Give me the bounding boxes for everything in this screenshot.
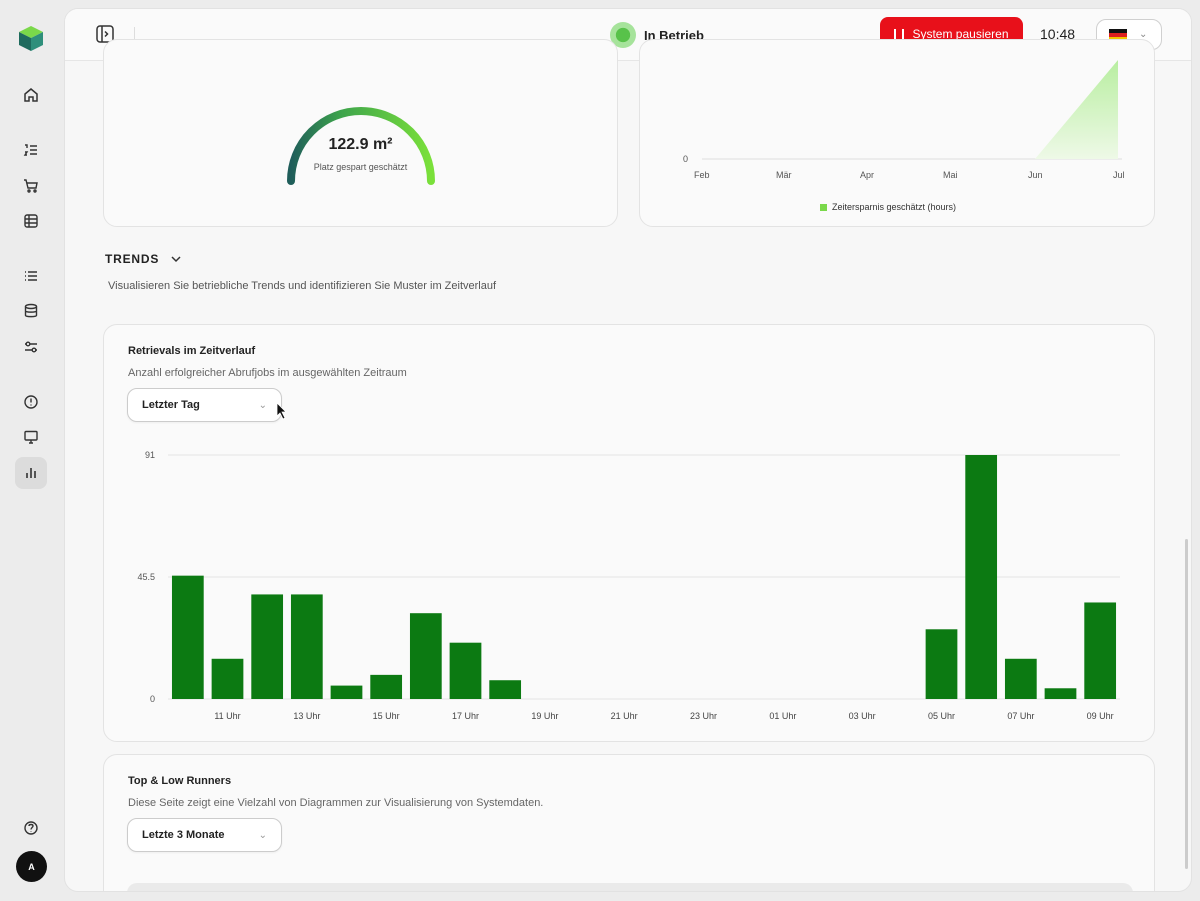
- bar[interactable]: [1084, 602, 1117, 699]
- bar[interactable]: [1044, 688, 1077, 699]
- x-tick-label: 03 Uhr: [849, 711, 876, 721]
- home-icon[interactable]: [15, 79, 47, 111]
- bar[interactable]: [211, 658, 244, 699]
- storage-icon[interactable]: [15, 205, 47, 237]
- bar[interactable]: [409, 613, 442, 699]
- savings-x-tick: Jul: [1113, 170, 1125, 180]
- numbered-list-icon[interactable]: [15, 134, 47, 166]
- bar[interactable]: [925, 629, 958, 699]
- cart-icon[interactable]: [15, 170, 47, 202]
- bar[interactable]: [965, 455, 998, 699]
- help-icon[interactable]: [15, 812, 47, 844]
- bar[interactable]: [489, 680, 522, 699]
- x-tick-label: 15 Uhr: [373, 711, 400, 721]
- app-logo-icon[interactable]: [17, 24, 45, 52]
- y-tick-label: 0: [150, 694, 155, 704]
- x-tick-label: 13 Uhr: [293, 711, 320, 721]
- savings-chart: [702, 60, 1122, 160]
- y-tick-label: 45.5: [137, 572, 155, 582]
- y-tick-label: 91: [145, 450, 155, 460]
- chevron-down-icon: [171, 255, 181, 262]
- savings-area: [1035, 60, 1118, 159]
- bar[interactable]: [370, 674, 403, 699]
- savings-x-tick: Feb: [694, 170, 710, 180]
- x-tick-label: 21 Uhr: [611, 711, 638, 721]
- x-tick-label: 17 Uhr: [452, 711, 479, 721]
- sliders-icon[interactable]: [15, 331, 47, 363]
- runners-chart-placeholder: [127, 883, 1133, 891]
- savings-x-tick: Apr: [860, 170, 875, 180]
- bar-chart-icon[interactable]: [15, 457, 47, 489]
- bar[interactable]: [251, 594, 284, 699]
- pause-icon: [894, 28, 905, 40]
- bar[interactable]: [171, 575, 204, 699]
- list-icon[interactable]: [15, 260, 47, 292]
- savings-x-tick: Mai: [943, 170, 958, 180]
- trends-section-toggle[interactable]: TRENDS: [105, 252, 181, 266]
- trends-title: TRENDS: [105, 252, 160, 266]
- monitor-icon[interactable]: [15, 421, 47, 453]
- bar[interactable]: [1004, 658, 1037, 699]
- card-subtitle: Diese Seite zeigt eine Vielzahl von Diag…: [128, 797, 544, 809]
- alert-icon[interactable]: [15, 386, 47, 418]
- retrievals-card: Retrievals im Zeitverlauf Anzahl erfolgr…: [103, 324, 1155, 742]
- sidebar: A: [0, 0, 62, 901]
- savings-x-tick: Jun: [1028, 170, 1043, 180]
- runners-range-value: Letzte 3 Monate: [142, 829, 225, 841]
- legend-label: Zeitersparnis geschätzt (hours): [832, 202, 957, 212]
- database-icon[interactable]: [15, 295, 47, 327]
- trends-description: Visualisieren Sie betriebliche Trends un…: [108, 280, 497, 292]
- x-tick-label: 01 Uhr: [769, 711, 796, 721]
- savings-y-tick: 0: [683, 154, 689, 164]
- x-tick-label: 09 Uhr: [1087, 711, 1114, 721]
- runners-card: Top & Low Runners Diese Seite zeigt eine…: [103, 754, 1155, 891]
- scrollbar[interactable]: [1185, 539, 1188, 869]
- legend-swatch: [820, 203, 827, 211]
- card-title: Top & Low Runners: [128, 775, 232, 787]
- runners-range-select[interactable]: Letzte 3 Monate ⌄: [127, 818, 282, 852]
- x-tick-label: 11 Uhr: [214, 711, 240, 721]
- chevron-down-icon: ⌄: [258, 829, 267, 841]
- savings-x-tick: Mär: [776, 170, 792, 180]
- gauge: [287, 107, 435, 185]
- x-tick-label: 23 Uhr: [690, 711, 717, 721]
- bar[interactable]: [330, 685, 363, 699]
- x-tick-label: 05 Uhr: [928, 711, 955, 721]
- x-tick-label: 07 Uhr: [1007, 711, 1034, 721]
- mouse-cursor-icon: [276, 402, 287, 420]
- retrievals-bar-chart: 0 45.5 91 11 Uhr 13 Uhr 15 Uhr 17 Uhr 19 Uhr 21 …: [137, 450, 1120, 721]
- bar[interactable]: [290, 594, 323, 699]
- time-savings-card: 0 Feb Mär Apr Mai Jun Jul Zeitersparnis …: [639, 39, 1155, 227]
- savings-legend: Zeitersparnis geschätzt (hours): [820, 202, 956, 212]
- bar[interactable]: [449, 642, 482, 699]
- avatar[interactable]: A: [16, 851, 47, 882]
- gauge-value: 122.9 m²: [328, 136, 393, 153]
- space-saved-card: 122.9 m² Platz gespart geschätzt: [103, 39, 618, 227]
- x-tick-label: 19 Uhr: [531, 711, 558, 721]
- main-panel: In Betrieb System pausieren 10:48 ⌄ 122.…: [64, 8, 1192, 892]
- gauge-label: Platz gespart geschätzt: [313, 162, 408, 172]
